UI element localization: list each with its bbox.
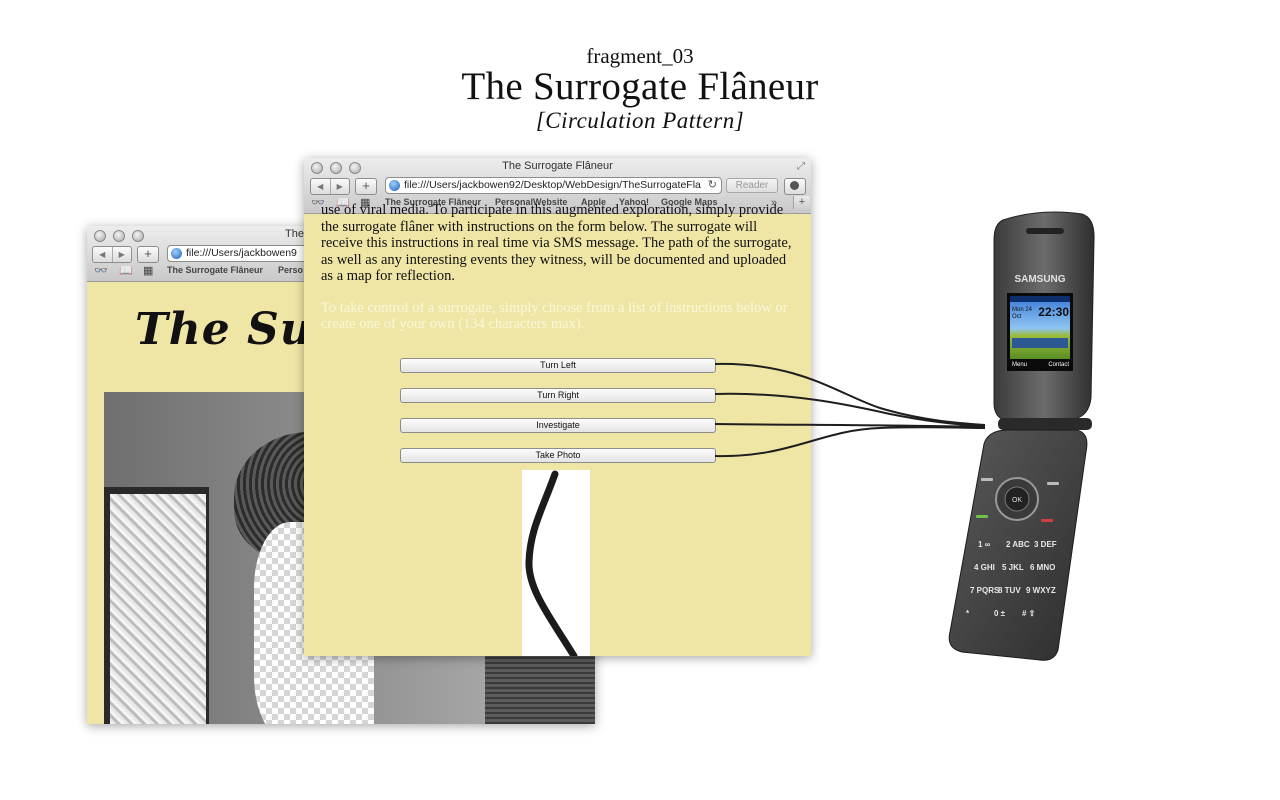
call-button[interactable]: [976, 515, 988, 518]
phone-date-line1: Mon 24: [1012, 307, 1033, 313]
phone-key-1[interactable]: 1 ∞: [978, 540, 991, 549]
softkey-left-button[interactable]: [981, 478, 993, 481]
phone-time: 22:30: [1038, 305, 1069, 319]
phone-key-8[interactable]: 8 TUV: [998, 586, 1021, 595]
phone-key-7[interactable]: 7 PQRS: [970, 586, 1000, 595]
softkey-right-button[interactable]: [1047, 482, 1059, 485]
speaker-grille: [1026, 228, 1064, 234]
phone-key-3[interactable]: 3 DEF: [1034, 540, 1057, 549]
phone-key-12[interactable]: # ⇧: [1022, 609, 1035, 618]
phone-key-2[interactable]: 2 ABC: [1006, 540, 1030, 549]
phone-brand: SAMSUNG: [1014, 274, 1065, 285]
phone-hinge: [998, 418, 1092, 430]
phone-key-4[interactable]: 4 GHI: [974, 563, 995, 572]
phone-softkey-right: Contact: [1048, 362, 1069, 368]
phone-key-5[interactable]: 5 JKL: [1002, 563, 1024, 572]
phone-key-11[interactable]: 0 ±: [994, 609, 1006, 618]
ok-label: OK: [1012, 497, 1022, 504]
phone-date-line2: Oct: [1012, 314, 1022, 320]
end-call-button[interactable]: [1041, 519, 1053, 522]
phone-key-9[interactable]: 9 WXYZ: [1026, 586, 1056, 595]
flip-phone: SAMSUNG Mon 24 Oct 22:30 Menu Contact OK…: [948, 211, 1095, 661]
phone-softkey-left: Menu: [1012, 362, 1027, 368]
phone-key-6[interactable]: 6 MNO: [1030, 563, 1055, 572]
